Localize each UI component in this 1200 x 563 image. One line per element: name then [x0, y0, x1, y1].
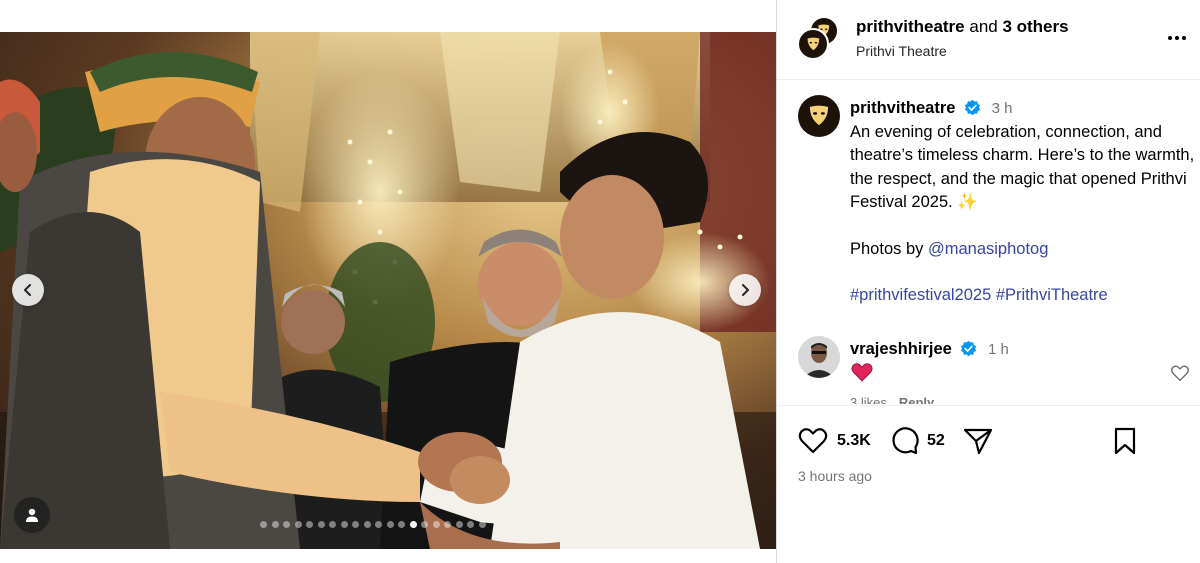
comment-item: vrajeshhirjee 1 h — [850, 338, 1170, 361]
caption-username[interactable]: prithvitheatre — [850, 99, 955, 117]
carousel-dot — [432, 521, 440, 528]
caption-header: prithvitheatre 3 h — [850, 97, 1195, 121]
photo-credit-prefix: Photos by — [850, 239, 928, 258]
carousel-dot — [317, 521, 325, 528]
comment-reply-button[interactable]: Reply — [899, 395, 934, 404]
carousel-dot — [375, 521, 382, 528]
more-options-button[interactable] — [1165, 28, 1189, 48]
theatre-mask-icon — [807, 37, 819, 50]
more-icon-dot — [1175, 36, 1179, 40]
post-modal: prithvitheatre and 3 others Prithvi Thea… — [0, 0, 1200, 563]
avatar — [797, 28, 829, 60]
hashtag-link[interactable]: #PrithviTheatre — [996, 286, 1108, 304]
post-photo[interactable] — [0, 32, 776, 549]
carousel-dot — [271, 521, 279, 528]
bookmark-icon[interactable] — [1109, 425, 1141, 457]
carousel-dot — [421, 521, 428, 528]
carousel-dot — [467, 521, 474, 528]
commenter-avatar[interactable] — [798, 336, 840, 378]
post-side-panel: prithvitheatre and 3 others Prithvi Thea… — [776, 0, 1200, 563]
user-tag-icon — [26, 508, 38, 522]
likes-count[interactable]: 5.3K — [837, 432, 871, 450]
action-bar: 5.3K 52 3 hours ago — [777, 405, 1200, 563]
carousel-dot — [352, 521, 359, 528]
header-location[interactable]: Prithvi Theatre — [856, 43, 947, 59]
comment-likes[interactable]: 3 likes — [850, 395, 887, 404]
more-icon-dot — [1182, 36, 1186, 40]
hashtag-link[interactable]: #prithvifestival2025 — [850, 286, 991, 304]
carousel-dot — [363, 521, 371, 528]
header-joiner: and — [964, 17, 1003, 36]
carousel-dot — [340, 521, 348, 528]
comment-meta: 3 likes Reply — [850, 395, 946, 404]
carousel-dot — [409, 521, 417, 528]
carousel-dot — [478, 521, 486, 528]
person-avatar-icon — [798, 336, 840, 378]
verified-icon — [961, 340, 977, 357]
collab-avatars[interactable] — [797, 16, 841, 60]
chevron-left-icon — [24, 284, 31, 296]
carousel-dot — [398, 521, 405, 528]
previous-slide-button[interactable] — [12, 274, 44, 306]
carousel-dot — [306, 521, 313, 528]
header-others-link[interactable]: 3 others — [1002, 17, 1068, 36]
media-pane — [0, 0, 776, 563]
caption: prithvitheatre 3 h An evening of celebra… — [850, 97, 1195, 308]
red-heart-icon — [851, 363, 873, 382]
theatre-mask-icon — [809, 105, 829, 126]
carousel-dot — [283, 521, 290, 528]
post-header: prithvitheatre and 3 others Prithvi Thea… — [777, 0, 1200, 80]
next-slide-button[interactable] — [729, 274, 761, 306]
tagged-users-button[interactable] — [14, 497, 50, 533]
post-time-ago[interactable]: 3 hours ago — [798, 468, 872, 484]
heart-icon[interactable] — [1170, 364, 1190, 382]
carousel-dot — [386, 521, 394, 528]
carousel-dot — [260, 521, 267, 528]
comment-time[interactable]: 1 h — [988, 341, 1009, 358]
more-icon — [1168, 36, 1172, 40]
photo-illustration — [0, 32, 776, 549]
caption-photo-credit: Photos by @manasiphotog — [850, 238, 1195, 262]
caption-avatar[interactable] — [798, 95, 840, 137]
caption-text: An evening of celebration, connection, a… — [850, 122, 1195, 212]
heart-icon[interactable] — [797, 425, 829, 457]
share-icon[interactable] — [962, 425, 994, 457]
carousel-dot — [444, 521, 451, 528]
carousel-dot — [455, 521, 463, 528]
photographer-link[interactable]: @manasiphotog — [928, 240, 1048, 258]
comment-username[interactable]: vrajeshhirjee — [850, 340, 952, 358]
caption-time[interactable]: 3 h — [992, 100, 1013, 117]
caption-hashtags: #prithvifestival2025 #PrithviTheatre — [850, 284, 1195, 308]
carousel-dot — [294, 521, 302, 528]
carousel-dot — [329, 521, 336, 528]
header-title: prithvitheatre and 3 others — [856, 17, 1069, 37]
comments-count[interactable]: 52 — [927, 432, 945, 450]
verified-icon — [964, 99, 981, 116]
header-username[interactable]: prithvitheatre — [856, 17, 965, 36]
comment-icon[interactable] — [888, 425, 920, 457]
chevron-right-icon — [742, 284, 749, 296]
carousel-indicator — [260, 521, 486, 528]
